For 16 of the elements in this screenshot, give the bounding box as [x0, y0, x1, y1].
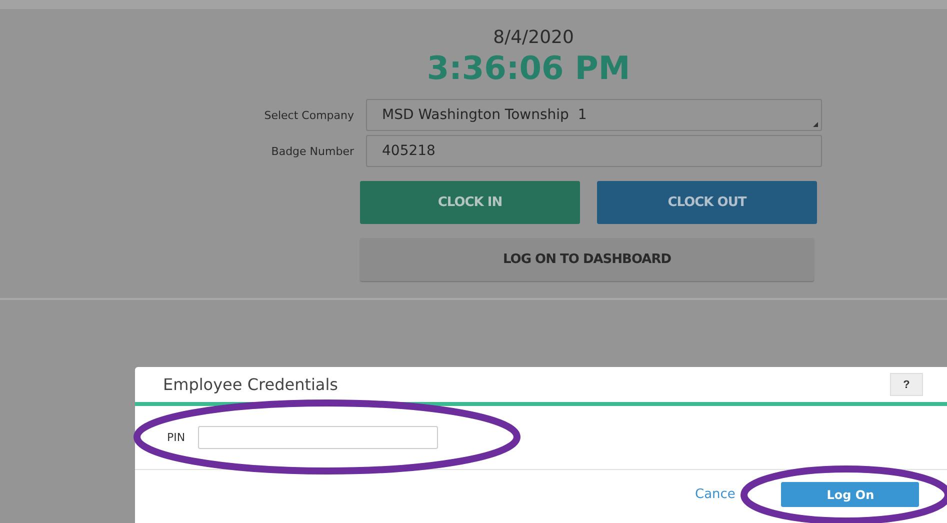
- dashboard-button[interactable]: LOG ON TO DASHBOARD: [360, 238, 814, 281]
- clock-in-button[interactable]: CLOCK IN: [360, 181, 580, 224]
- pin-field[interactable]: [198, 426, 438, 449]
- badge-field[interactable]: 405218: [366, 135, 822, 167]
- field-label: Badge Number: [270, 144, 354, 158]
- time-text: 3:36:06 PM: [426, 49, 630, 87]
- log-on-button[interactable]: Log On: [781, 482, 920, 507]
- clock-out-button[interactable]: CLOCK OUT: [597, 181, 817, 224]
- company-dropdown[interactable]: MSD Washington Township 1: [366, 99, 822, 131]
- help-button[interactable]: ?: [890, 373, 923, 396]
- cancel-link[interactable]: Cance: [695, 487, 736, 502]
- resize-grip-icon: [813, 122, 818, 127]
- field-label: Select Company: [263, 108, 354, 122]
- dialog-title: Employee Credentials: [163, 375, 338, 394]
- date-text: 8/4/2020: [493, 27, 574, 49]
- pin-label: PIN: [167, 431, 186, 444]
